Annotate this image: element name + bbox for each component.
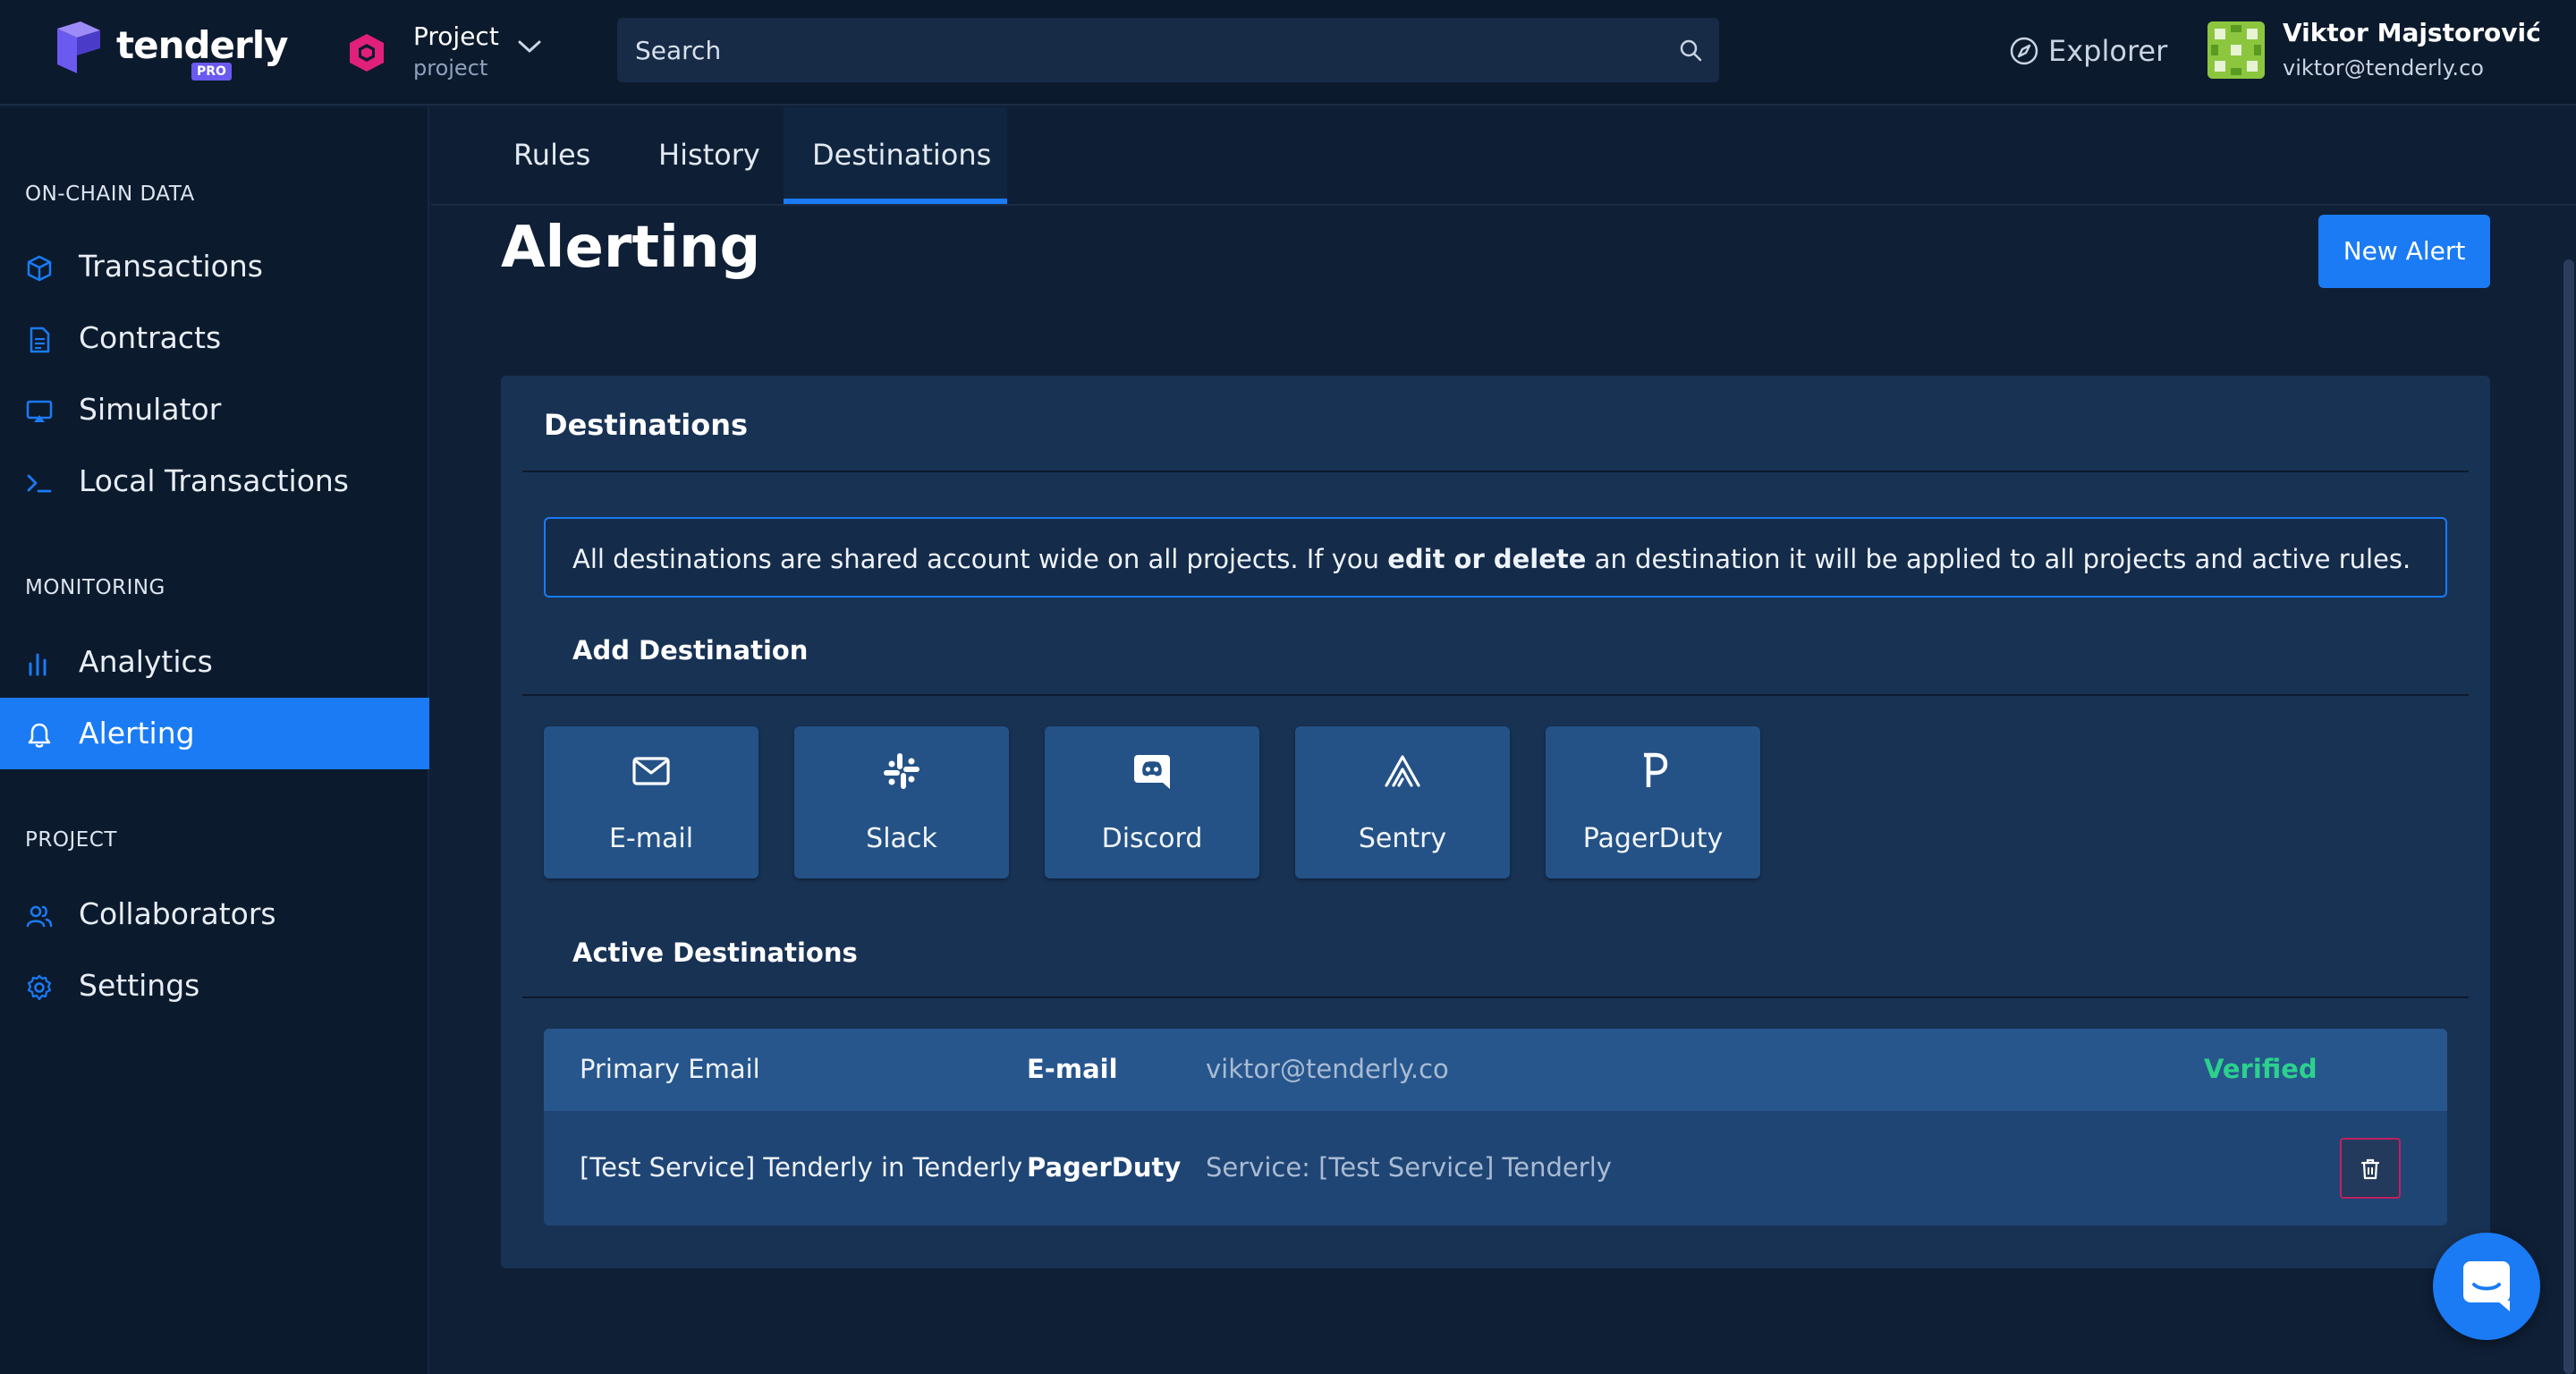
terminal-icon	[27, 474, 52, 493]
destination-label: Discord	[1101, 823, 1203, 854]
destination-label: E-mail	[608, 823, 694, 854]
sidebar-item-label: Settings	[79, 968, 200, 1003]
scrollbar[interactable]	[2563, 259, 2574, 1374]
slack-icon	[884, 753, 919, 789]
explorer-label: Explorer	[2048, 34, 2168, 68]
page-title: Alerting	[501, 215, 761, 281]
divider	[522, 694, 2469, 696]
tab-rules[interactable]: Rules	[510, 107, 599, 204]
bell-icon	[28, 723, 51, 748]
sidebar-item-collaborators[interactable]: Collaborators	[0, 878, 429, 950]
sidebar-item-local-transactions[interactable]: Local Transactions	[0, 445, 429, 517]
table-row[interactable]: Primary Email E-mail viktor@tenderly.co …	[544, 1029, 2447, 1111]
destination-value: viktor@tenderly.co	[1206, 1054, 1449, 1084]
notice-text-part: an destination it will be applied to all…	[1586, 544, 2411, 574]
tenderly-logo-mark-icon	[57, 21, 100, 73]
notice-text: All destinations are shared account wide…	[572, 544, 2411, 574]
sidebar-item-label: Analytics	[79, 644, 213, 679]
gear-icon	[27, 974, 52, 1001]
tab-label: History	[658, 138, 760, 172]
sidebar: ON-CHAIN DATA Transactions Contracts Sim…	[0, 107, 429, 1374]
add-slack-destination-button[interactable]: Slack	[794, 726, 1009, 878]
active-destinations-table: Primary Email E-mail viktor@tenderly.co …	[544, 1029, 2447, 1226]
pro-badge: PRO	[191, 63, 232, 81]
pagerduty-icon	[1644, 752, 1668, 787]
tenderly-logo[interactable]: tenderly PRO	[54, 21, 288, 84]
tab-destinations[interactable]: Destinations	[784, 107, 1007, 204]
add-discord-destination-button[interactable]: Discord	[1045, 726, 1259, 878]
sidebar-section-title: ON-CHAIN DATA	[25, 182, 195, 206]
trash-icon	[2360, 1158, 2380, 1180]
sidebar-item-label: Transactions	[79, 249, 263, 284]
top-bar: tenderly PRO Project project Search Expl…	[0, 0, 2576, 106]
search-icon	[1680, 39, 1702, 62]
destination-label: Slack	[866, 823, 937, 854]
project-switcher[interactable]: Project project	[347, 20, 553, 86]
sidebar-section-title: MONITORING	[25, 576, 165, 599]
discord-icon	[1134, 755, 1170, 789]
add-destination-heading: Add Destination	[572, 635, 809, 666]
logo-text: tenderly	[116, 23, 288, 67]
search-input[interactable]: Search	[617, 18, 1719, 82]
sidebar-item-label: Alerting	[79, 716, 195, 751]
chat-launcher-button[interactable]	[2433, 1233, 2540, 1340]
mail-icon	[632, 757, 670, 785]
sidebar-item-alerting[interactable]: Alerting	[0, 698, 429, 769]
sidebar-item-label: Simulator	[79, 392, 222, 427]
sidebar-section-title: PROJECT	[25, 828, 117, 852]
project-hexagon-icon	[350, 34, 384, 72]
info-notice: All destinations are shared account wide…	[544, 517, 2447, 598]
delete-destination-button[interactable]	[2340, 1138, 2401, 1199]
add-sentry-destination-button[interactable]: Sentry	[1295, 726, 1510, 878]
add-pagerduty-destination-button[interactable]: PagerDuty	[1546, 726, 1760, 878]
sidebar-item-label: Collaborators	[79, 896, 276, 931]
sidebar-item-contracts[interactable]: Contracts	[0, 302, 429, 374]
new-alert-button[interactable]: New Alert	[2318, 215, 2490, 288]
sentry-icon	[1385, 755, 1420, 787]
search-placeholder: Search	[635, 36, 722, 65]
compass-icon	[2010, 37, 2038, 65]
avatar-pattern-icon	[2207, 21, 2265, 79]
card-title: Destinations	[544, 408, 749, 442]
cube-icon	[27, 255, 52, 282]
destinations-card: Destinations All destinations are shared…	[501, 376, 2490, 1268]
destination-name: [Test Service] Tenderly in Tenderly	[580, 1152, 1023, 1183]
sidebar-item-label: Local Transactions	[79, 463, 349, 498]
avatar[interactable]	[2207, 21, 2265, 79]
tab-history[interactable]: History	[655, 107, 780, 204]
project-name: Project	[413, 21, 499, 51]
table-row[interactable]: [Test Service] Tenderly in Tenderly Page…	[544, 1111, 2447, 1226]
tab-label: Rules	[513, 138, 591, 172]
tab-label: Destinations	[812, 138, 992, 172]
document-icon	[30, 327, 50, 353]
sidebar-item-label: Contracts	[79, 320, 222, 355]
destination-name: Primary Email	[580, 1054, 760, 1084]
notice-emphasis: edit or delete	[1387, 544, 1587, 574]
user-email: viktor@tenderly.co	[2283, 55, 2484, 81]
chat-icon	[2463, 1261, 2510, 1311]
destination-type: PagerDuty	[1027, 1152, 1182, 1183]
sidebar-item-settings[interactable]: Settings	[0, 950, 429, 1022]
status-badge: Verified	[2204, 1054, 2318, 1084]
destination-value: Service: [Test Service] Tenderly	[1206, 1152, 1612, 1183]
sidebar-item-transactions[interactable]: Transactions	[0, 231, 429, 302]
active-destinations-heading: Active Destinations	[572, 937, 858, 968]
destination-label: PagerDuty	[1582, 823, 1724, 854]
sidebar-item-analytics[interactable]: Analytics	[0, 626, 429, 698]
destination-type: E-mail	[1027, 1054, 1118, 1084]
add-email-destination-button[interactable]: E-mail	[544, 726, 758, 878]
screen-icon	[26, 400, 53, 422]
chevron-down-icon	[518, 40, 541, 53]
destination-label: Sentry	[1358, 823, 1447, 854]
user-name[interactable]: Viktor Majstorović	[2283, 18, 2541, 47]
divider	[522, 471, 2469, 472]
users-icon	[26, 905, 53, 928]
sidebar-item-simulator[interactable]: Simulator	[0, 374, 429, 445]
notice-text-part: All destinations are shared account wide…	[572, 544, 1388, 574]
bar-chart-icon	[29, 653, 47, 676]
divider	[522, 997, 2469, 998]
tabs-bar: Rules History Destinations	[431, 107, 2576, 206]
project-slug: project	[413, 55, 488, 81]
